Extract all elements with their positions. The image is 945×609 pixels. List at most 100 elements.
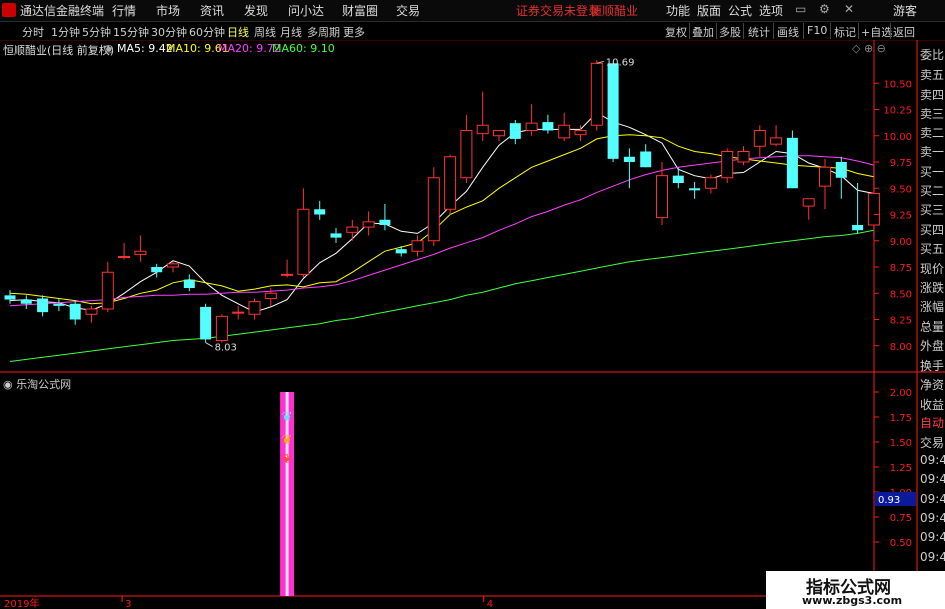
candle: [69, 300, 81, 325]
candle-body: [379, 219, 391, 225]
quote-row-8: 买三: [920, 203, 945, 217]
chart-canvas[interactable]: 10.69 8.03 10.50 10.25 10.00 9.75 9.50 9.25 9.0…: [0, 0, 945, 609]
candle-body: [264, 292, 277, 299]
quote-row-22: 09:48: [920, 472, 945, 486]
candle: [183, 274, 195, 292]
candle-body: [802, 198, 815, 207]
candle: [558, 112, 571, 141]
quote-row-9: 买四: [920, 223, 945, 237]
time-tick-label: 4: [487, 599, 493, 609]
ma-lines: [9, 111, 875, 362]
indicator-toggle-icon[interactable]: ◉: [3, 378, 16, 391]
candle: [509, 120, 521, 145]
candle: [607, 63, 619, 162]
candle-body: [427, 177, 440, 242]
candle: [215, 314, 228, 343]
quote-row-2: 卖四: [920, 88, 945, 102]
annotation-pointer: [205, 342, 213, 348]
candle-body: [867, 193, 880, 226]
indicator-tick-label: 1.25: [890, 463, 912, 474]
candle: [101, 261, 114, 313]
candle-body: [134, 250, 147, 255]
candle: [379, 204, 391, 231]
candle: [37, 295, 49, 317]
candle-body: [346, 226, 359, 233]
quote-row-25: 09:48: [920, 530, 945, 544]
candle-body: [362, 221, 375, 228]
candle-body: [460, 130, 473, 179]
ma-line-ma5: [9, 111, 874, 313]
candle: [4, 290, 16, 304]
candle-body: [151, 267, 163, 273]
candle-body: [656, 175, 668, 219]
indicator-name: 乐淘公式网: [16, 378, 72, 391]
butterfly-icon: ❦: [282, 410, 293, 425]
candle-body: [476, 124, 489, 135]
annotation-label: 10.69: [606, 57, 635, 68]
candle: [819, 158, 831, 210]
candle-body: [574, 130, 587, 136]
annotation-label: 8.03: [215, 343, 237, 354]
candle-body: [314, 209, 326, 215]
candle: [411, 235, 424, 257]
candle: [297, 188, 310, 278]
quote-row-10: 买五: [920, 242, 945, 256]
price-tick-label: 9.00: [890, 237, 912, 248]
candle-body: [721, 151, 734, 179]
candle-body: [786, 137, 798, 189]
quote-row-11: 现价: [920, 262, 945, 276]
candle: [737, 146, 750, 166]
candle: [476, 91, 489, 141]
candle: [346, 219, 359, 241]
candle-body: [689, 188, 701, 191]
candle-body: [118, 256, 131, 258]
quote-row-19: 自动: [920, 416, 945, 430]
candle-body: [590, 62, 603, 126]
quote-row-17: 净资: [920, 378, 945, 392]
indicator-tick-label: 0.50: [890, 538, 912, 549]
quote-row-1: 卖五: [920, 68, 945, 82]
candle: [314, 200, 326, 220]
candle-body: [200, 306, 212, 340]
candle-body: [395, 249, 407, 254]
candle: [444, 154, 457, 215]
candle-body: [672, 175, 684, 183]
ma-line-ma20: [9, 155, 875, 307]
candle: [689, 181, 701, 199]
candle-body: [183, 279, 195, 288]
candle: [574, 125, 587, 141]
quote-row-12: 涨跌: [920, 281, 945, 295]
candle-body: [558, 124, 571, 139]
ma-line-ma60: [9, 229, 874, 362]
indicator-header: ◉ 乐淘公式网: [3, 376, 71, 392]
candle-body: [101, 271, 114, 310]
indicator-tick-label: 0.75: [890, 513, 912, 524]
price-tick-label: 9.25: [890, 211, 912, 222]
candle-body: [297, 208, 310, 275]
quote-row-13: 涨幅: [920, 300, 945, 314]
candle: [200, 303, 212, 343]
candle: [525, 104, 538, 136]
candle-body: [215, 315, 228, 342]
candle-body: [640, 151, 652, 168]
candle-body: [753, 130, 766, 147]
candle-body: [509, 123, 521, 139]
candle-body: [607, 63, 619, 159]
candle: [753, 125, 766, 157]
candle-body: [53, 303, 65, 306]
quote-row-24: 09:48: [920, 511, 945, 525]
candle-body: [770, 137, 783, 145]
candle-body: [232, 311, 245, 314]
candle: [640, 144, 652, 168]
quote-row-14: 总量: [920, 320, 945, 334]
butterfly-icon: ❦: [282, 452, 293, 467]
candle: [232, 305, 245, 320]
candle-body: [281, 273, 294, 276]
time-axis-year: 2019年: [4, 597, 39, 609]
quote-row-21: 09:48: [920, 453, 945, 467]
candle-body: [330, 233, 342, 238]
indicator-tick-label: 1.75: [890, 413, 912, 424]
candle-body: [819, 166, 831, 187]
candles: 10.69 8.03: [4, 57, 880, 354]
time-axis: 2019年 3 4: [4, 596, 493, 609]
